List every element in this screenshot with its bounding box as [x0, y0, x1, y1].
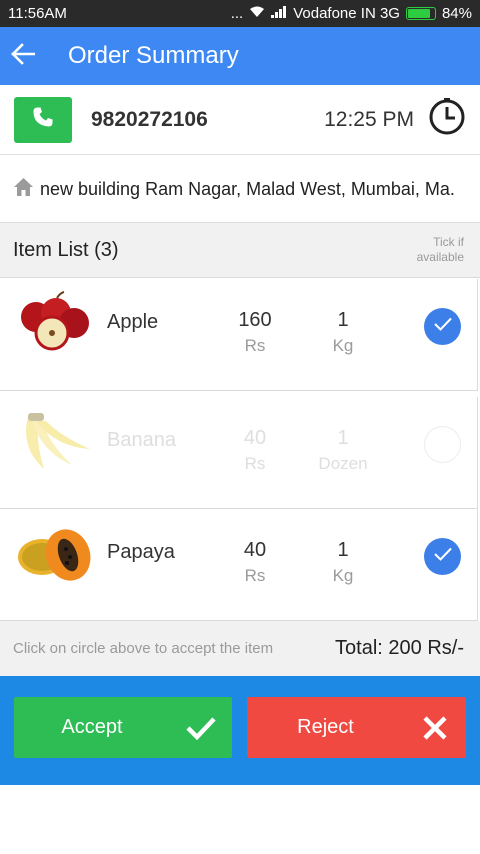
status-time: 11:56AM: [8, 5, 67, 22]
item-price: 40: [243, 427, 267, 449]
status-dots: ...: [230, 5, 244, 22]
back-button[interactable]: [0, 27, 46, 85]
checkmark-icon: [433, 316, 453, 337]
item-quantity-unit: Kg: [332, 566, 354, 585]
item-price: 40: [243, 539, 267, 561]
status-right: ... Vodafone IN 3G 84%: [231, 5, 472, 22]
accept-button[interactable]: Accept: [14, 697, 232, 758]
tick-hint: Tick if available: [394, 235, 464, 265]
availability-checkbox[interactable]: [424, 538, 461, 575]
checkmark-icon: [170, 716, 232, 740]
item-price-unit: Rs: [244, 336, 266, 355]
item-price-unit: Rs: [244, 454, 266, 473]
order-time: 12:25 PM: [324, 107, 414, 131]
item-quantity: 1: [337, 309, 349, 331]
list-item: Banana 40 Rs 1 Dozen: [0, 397, 478, 509]
tick-hint-line1: Tick if: [433, 235, 464, 249]
papaya-image: [14, 519, 96, 587]
call-button[interactable]: [14, 96, 72, 143]
signal-icon: [271, 5, 287, 22]
home-icon: [13, 177, 34, 202]
close-icon: [404, 715, 466, 741]
order-total: Total: 200 Rs/-: [335, 637, 464, 659]
item-name: Banana: [107, 429, 176, 451]
item-list-header: Item List (3) Tick if available: [0, 223, 480, 278]
item-name: Apple: [107, 311, 159, 333]
app-bar: Order Summary: [0, 27, 480, 85]
item-quantity: 1: [337, 539, 349, 561]
accept-label: Accept: [61, 716, 123, 738]
phone-icon: [31, 105, 55, 134]
tick-hint-line2: available: [416, 250, 464, 264]
accept-hint: Click on circle above to accept the item: [13, 640, 274, 657]
banana-image: [14, 407, 96, 475]
availability-checkbox[interactable]: [424, 308, 461, 345]
address-row: new building Ram Nagar, Malad West, Mumb…: [0, 156, 480, 223]
action-bar: Accept Reject: [0, 676, 480, 785]
item-price: 160: [238, 309, 272, 331]
reject-button[interactable]: Reject: [247, 697, 466, 758]
delivery-address: new building Ram Nagar, Malad West, Mumb…: [40, 178, 455, 199]
order-info-row: 9820272106 12:25 PM: [0, 85, 480, 155]
list-item: Papaya 40 Rs 1 Kg: [0, 509, 478, 621]
item-price-unit: Rs: [244, 566, 266, 585]
clock-icon: [428, 98, 466, 141]
battery-percent: 84%: [441, 5, 472, 22]
item-list-title: Item List (3): [13, 238, 119, 261]
availability-checkbox[interactable]: [424, 426, 461, 463]
item-quantity-unit: Dozen: [318, 454, 368, 473]
carrier-label: Vodafone IN 3G: [293, 5, 400, 22]
customer-phone: 9820272106: [91, 107, 208, 131]
item-quantity: 1: [337, 427, 349, 449]
apple-image: [14, 289, 96, 357]
total-bar: Click on circle above to accept the item…: [0, 621, 480, 676]
arrow-left-icon: [11, 42, 36, 70]
list-item: Apple 160 Rs 1 Kg: [0, 279, 478, 391]
item-name: Papaya: [107, 541, 175, 563]
battery-icon: [405, 7, 436, 20]
status-bar: 11:56AM ... Vodafone IN 3G 84%: [0, 0, 480, 27]
item-quantity-unit: Kg: [332, 336, 354, 355]
wifi-icon: [249, 5, 265, 22]
reject-label: Reject: [297, 716, 354, 738]
page-title: Order Summary: [68, 42, 239, 69]
checkmark-icon: [433, 546, 453, 567]
